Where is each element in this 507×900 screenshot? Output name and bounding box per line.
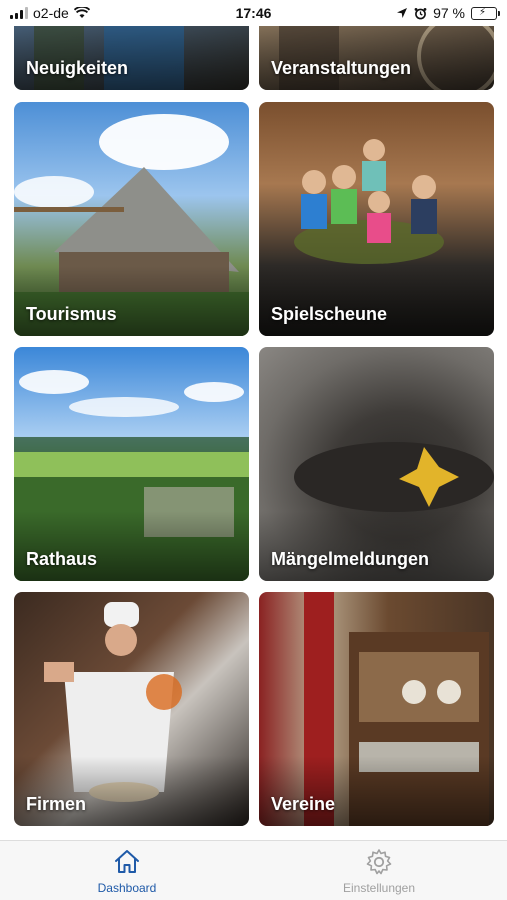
tile-shade [14, 20, 249, 90]
tile-shade [259, 511, 494, 581]
tile-label: Spielscheune [271, 304, 388, 324]
tile-tourismus[interactable]: Tourismus [14, 102, 249, 336]
battery-charging-icon: ⚡ [471, 6, 500, 20]
tile-firmen[interactable]: Firmen [14, 592, 249, 826]
tab-settings[interactable]: Einstellungen [319, 847, 439, 895]
tile-shade [259, 20, 494, 90]
battery-percent: 97 % [433, 5, 465, 21]
location-icon [397, 8, 408, 18]
tile-shade [259, 266, 494, 336]
tab-bar: Dashboard Einstellungen [0, 840, 507, 900]
tile-spielscheune[interactable]: Spielscheune [259, 102, 494, 336]
tile-shade [14, 756, 249, 826]
tab-dashboard[interactable]: Dashboard [67, 847, 187, 895]
alarm-icon [414, 7, 427, 19]
gear-icon [366, 849, 392, 875]
tile-label: Veranstaltungen [271, 58, 412, 78]
tab-dashboard-label: Dashboard [97, 881, 157, 895]
dashboard-grid: Neuigkeiten Veranstaltungen Tourismus Sp… [0, 0, 507, 840]
tile-vereine[interactable]: Vereine [259, 592, 494, 826]
tile-shade [14, 266, 249, 336]
tile-rathaus[interactable]: Rathaus [14, 347, 249, 581]
status-right: 97 % ⚡ [396, 5, 500, 21]
tile-label: Neuigkeiten [26, 58, 129, 78]
tile-label: Firmen [26, 794, 87, 814]
tile-label: Rathaus [26, 549, 98, 569]
tile-shade [259, 756, 494, 826]
tile-maengelmeldungen[interactable]: Mängelmeldungen [259, 347, 494, 581]
status-bar: o2-de 17:46 97 % ⚡ [0, 0, 507, 26]
tile-label: Mängelmeldungen [271, 549, 430, 569]
tile-shade [14, 511, 249, 581]
home-icon [115, 850, 139, 873]
tab-settings-label: Einstellungen [342, 881, 416, 895]
tile-label: Tourismus [26, 304, 117, 324]
tile-label: Vereine [271, 794, 336, 814]
